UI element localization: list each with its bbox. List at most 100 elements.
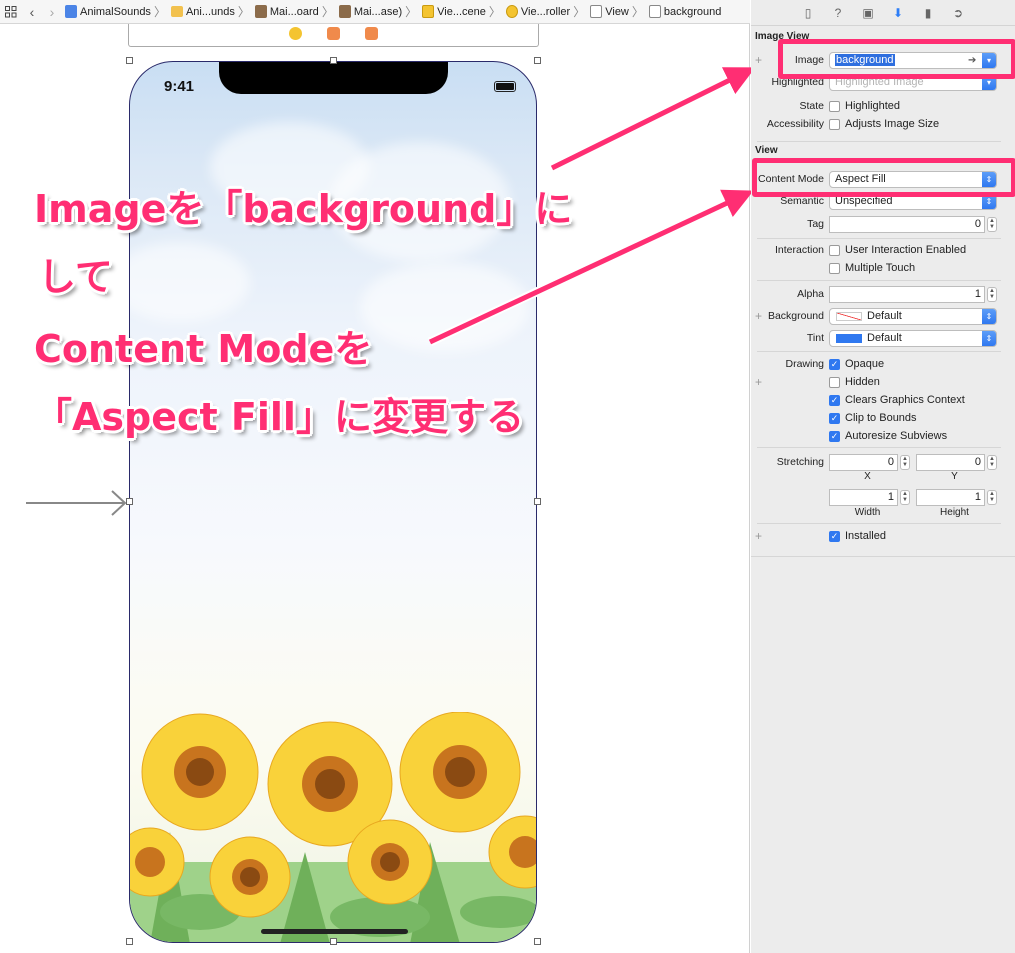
stretch-x-stepper[interactable]: ▲ ▼ (900, 454, 910, 470)
tint-color-select[interactable]: Default ⇕ (829, 329, 997, 347)
view-controller-icon (505, 5, 518, 18)
opaque-checkbox[interactable]: ✓ (829, 358, 840, 370)
chevron-updown-icon[interactable]: ⇕ (982, 330, 996, 346)
highlighted-checkbox-label: Highlighted (845, 100, 901, 112)
hidden-checkbox[interactable] (829, 376, 840, 388)
breadcrumb-storyboard-base[interactable]: Mai...ase) (336, 5, 402, 18)
annotation-line-4: 「Aspect Fill」に変更する (34, 395, 524, 439)
image-view-icon (648, 5, 661, 18)
resize-handle[interactable] (126, 498, 133, 505)
divider (757, 523, 1001, 524)
stretch-width-stepper[interactable]: ▲ ▼ (900, 489, 910, 505)
breadcrumb-folder[interactable]: Ani...unds (168, 6, 235, 18)
tag-field[interactable]: 0 (829, 215, 985, 233)
resize-handle[interactable] (534, 57, 541, 64)
stretch-y-value: 0 (974, 456, 981, 468)
plus-icon[interactable]: + (755, 375, 762, 389)
adjusts-image-size-checkbox[interactable] (829, 118, 840, 130)
breadcrumb-label: AnimalSounds (80, 5, 151, 18)
chevron-right-icon: 〉 (237, 5, 250, 19)
resize-handle[interactable] (330, 57, 337, 64)
resize-handle[interactable] (534, 938, 541, 945)
chevron-right-icon: 〉 (153, 5, 166, 19)
cloud-shape (130, 242, 250, 322)
forward-icon[interactable]: › (42, 4, 62, 20)
scene-dock (128, 24, 539, 47)
stretch-width-value: 1 (887, 491, 894, 503)
resize-handle[interactable] (534, 498, 541, 505)
tint-color-swatch (836, 333, 862, 343)
stretch-y-field[interactable]: 0 (916, 453, 985, 471)
multiple-touch-checkbox[interactable] (829, 262, 840, 274)
divider (757, 141, 1001, 142)
background-label: Background (767, 310, 824, 322)
accessibility-row: Accessibility Adjusts Image Size (751, 115, 1015, 133)
size-inspector-icon[interactable]: ▮ (920, 6, 936, 20)
background-value: Default (867, 310, 902, 322)
attributes-inspector-icon[interactable]: ⬇ (890, 6, 906, 20)
highlighted-checkbox[interactable] (829, 100, 840, 112)
background-color-select[interactable]: Default ⇕ (829, 307, 997, 325)
alpha-stepper[interactable]: ▲ ▼ (987, 286, 997, 302)
breadcrumb-storyboard[interactable]: Mai...oard (252, 5, 319, 18)
clip-to-bounds-checkbox[interactable]: ✓ (829, 412, 840, 424)
resize-handle[interactable] (330, 938, 337, 945)
help-icon[interactable]: ? (830, 6, 846, 20)
installed-checkbox[interactable]: ✓ (829, 530, 840, 542)
identity-inspector-icon[interactable]: ▣ (860, 6, 876, 20)
view-controller-icon[interactable] (289, 27, 302, 40)
user-interaction-checkbox[interactable] (829, 244, 840, 256)
first-responder-icon[interactable] (327, 27, 340, 40)
stretch-width-field[interactable]: 1 (829, 488, 898, 506)
breadcrumb-scene[interactable]: Vie...cene (419, 5, 486, 18)
breadcrumb-label: View (605, 5, 629, 18)
stretch-x-field[interactable]: 0 (829, 453, 898, 471)
alpha-field[interactable]: 1 (829, 285, 985, 303)
hidden-row: + Hidden (751, 373, 1015, 391)
chevron-updown-icon[interactable]: ⇕ (982, 308, 996, 324)
connections-inspector-icon[interactable]: ➲ (950, 6, 966, 20)
sunflower-field-image (130, 712, 536, 942)
clip-to-bounds-label: Clip to Bounds (845, 412, 917, 424)
breadcrumb-view-controller[interactable]: Vie...roller (503, 5, 570, 18)
resize-handle[interactable] (126, 57, 133, 64)
plus-icon[interactable]: + (755, 53, 762, 67)
jump-bar: ‹ › AnimalSounds 〉 Ani...unds 〉 Mai...oa… (0, 0, 750, 24)
entry-point-arrow-icon[interactable] (26, 489, 128, 519)
state-label: State (799, 100, 824, 112)
resize-handle[interactable] (126, 938, 133, 945)
height-caption: Height (940, 507, 969, 518)
breadcrumb-label: background (663, 5, 722, 18)
no-color-swatch-icon (836, 311, 862, 321)
plus-icon[interactable]: + (755, 309, 762, 323)
multiple-touch-row: Multiple Touch (751, 259, 1015, 277)
stretch-x-value: 0 (887, 456, 894, 468)
annotation-line-3: Content Modeを (34, 327, 373, 371)
stretch-y-stepper[interactable]: ▲ ▼ (987, 454, 997, 470)
scene-icon (422, 5, 435, 18)
opaque-label: Opaque (845, 358, 885, 370)
related-items-icon[interactable] (0, 0, 22, 23)
stretch-height-field[interactable]: 1 (916, 488, 985, 506)
plus-icon[interactable]: + (755, 529, 762, 543)
exit-icon[interactable] (365, 27, 378, 40)
clears-graphics-checkbox[interactable]: ✓ (829, 394, 840, 406)
x-caption: X (864, 471, 871, 482)
tag-row: Tag 0 ▲ ▼ (751, 215, 1015, 233)
adjusts-image-size-label: Adjusts Image Size (845, 118, 940, 130)
home-indicator (261, 929, 408, 934)
storyboard-canvas[interactable]: 9:41 (0, 24, 750, 953)
breadcrumb-label: Mai...oard (269, 5, 319, 18)
file-inspector-icon[interactable]: ▯ (800, 6, 816, 20)
multiple-touch-label: Multiple Touch (845, 262, 916, 274)
alpha-row: Alpha 1 ▲ ▼ (751, 285, 1015, 303)
breadcrumb-label: Vie...cene (437, 5, 486, 18)
stretch-height-stepper[interactable]: ▲ ▼ (987, 489, 997, 505)
tag-stepper[interactable]: ▲ ▼ (987, 216, 997, 232)
back-icon[interactable]: ‹ (22, 4, 42, 20)
breadcrumb-view[interactable]: View (587, 5, 629, 18)
autoresize-checkbox[interactable]: ✓ (829, 430, 840, 442)
breadcrumb-project[interactable]: AnimalSounds (62, 5, 151, 18)
breadcrumb-image-view[interactable]: background (646, 5, 722, 18)
hidden-label: Hidden (845, 376, 880, 388)
